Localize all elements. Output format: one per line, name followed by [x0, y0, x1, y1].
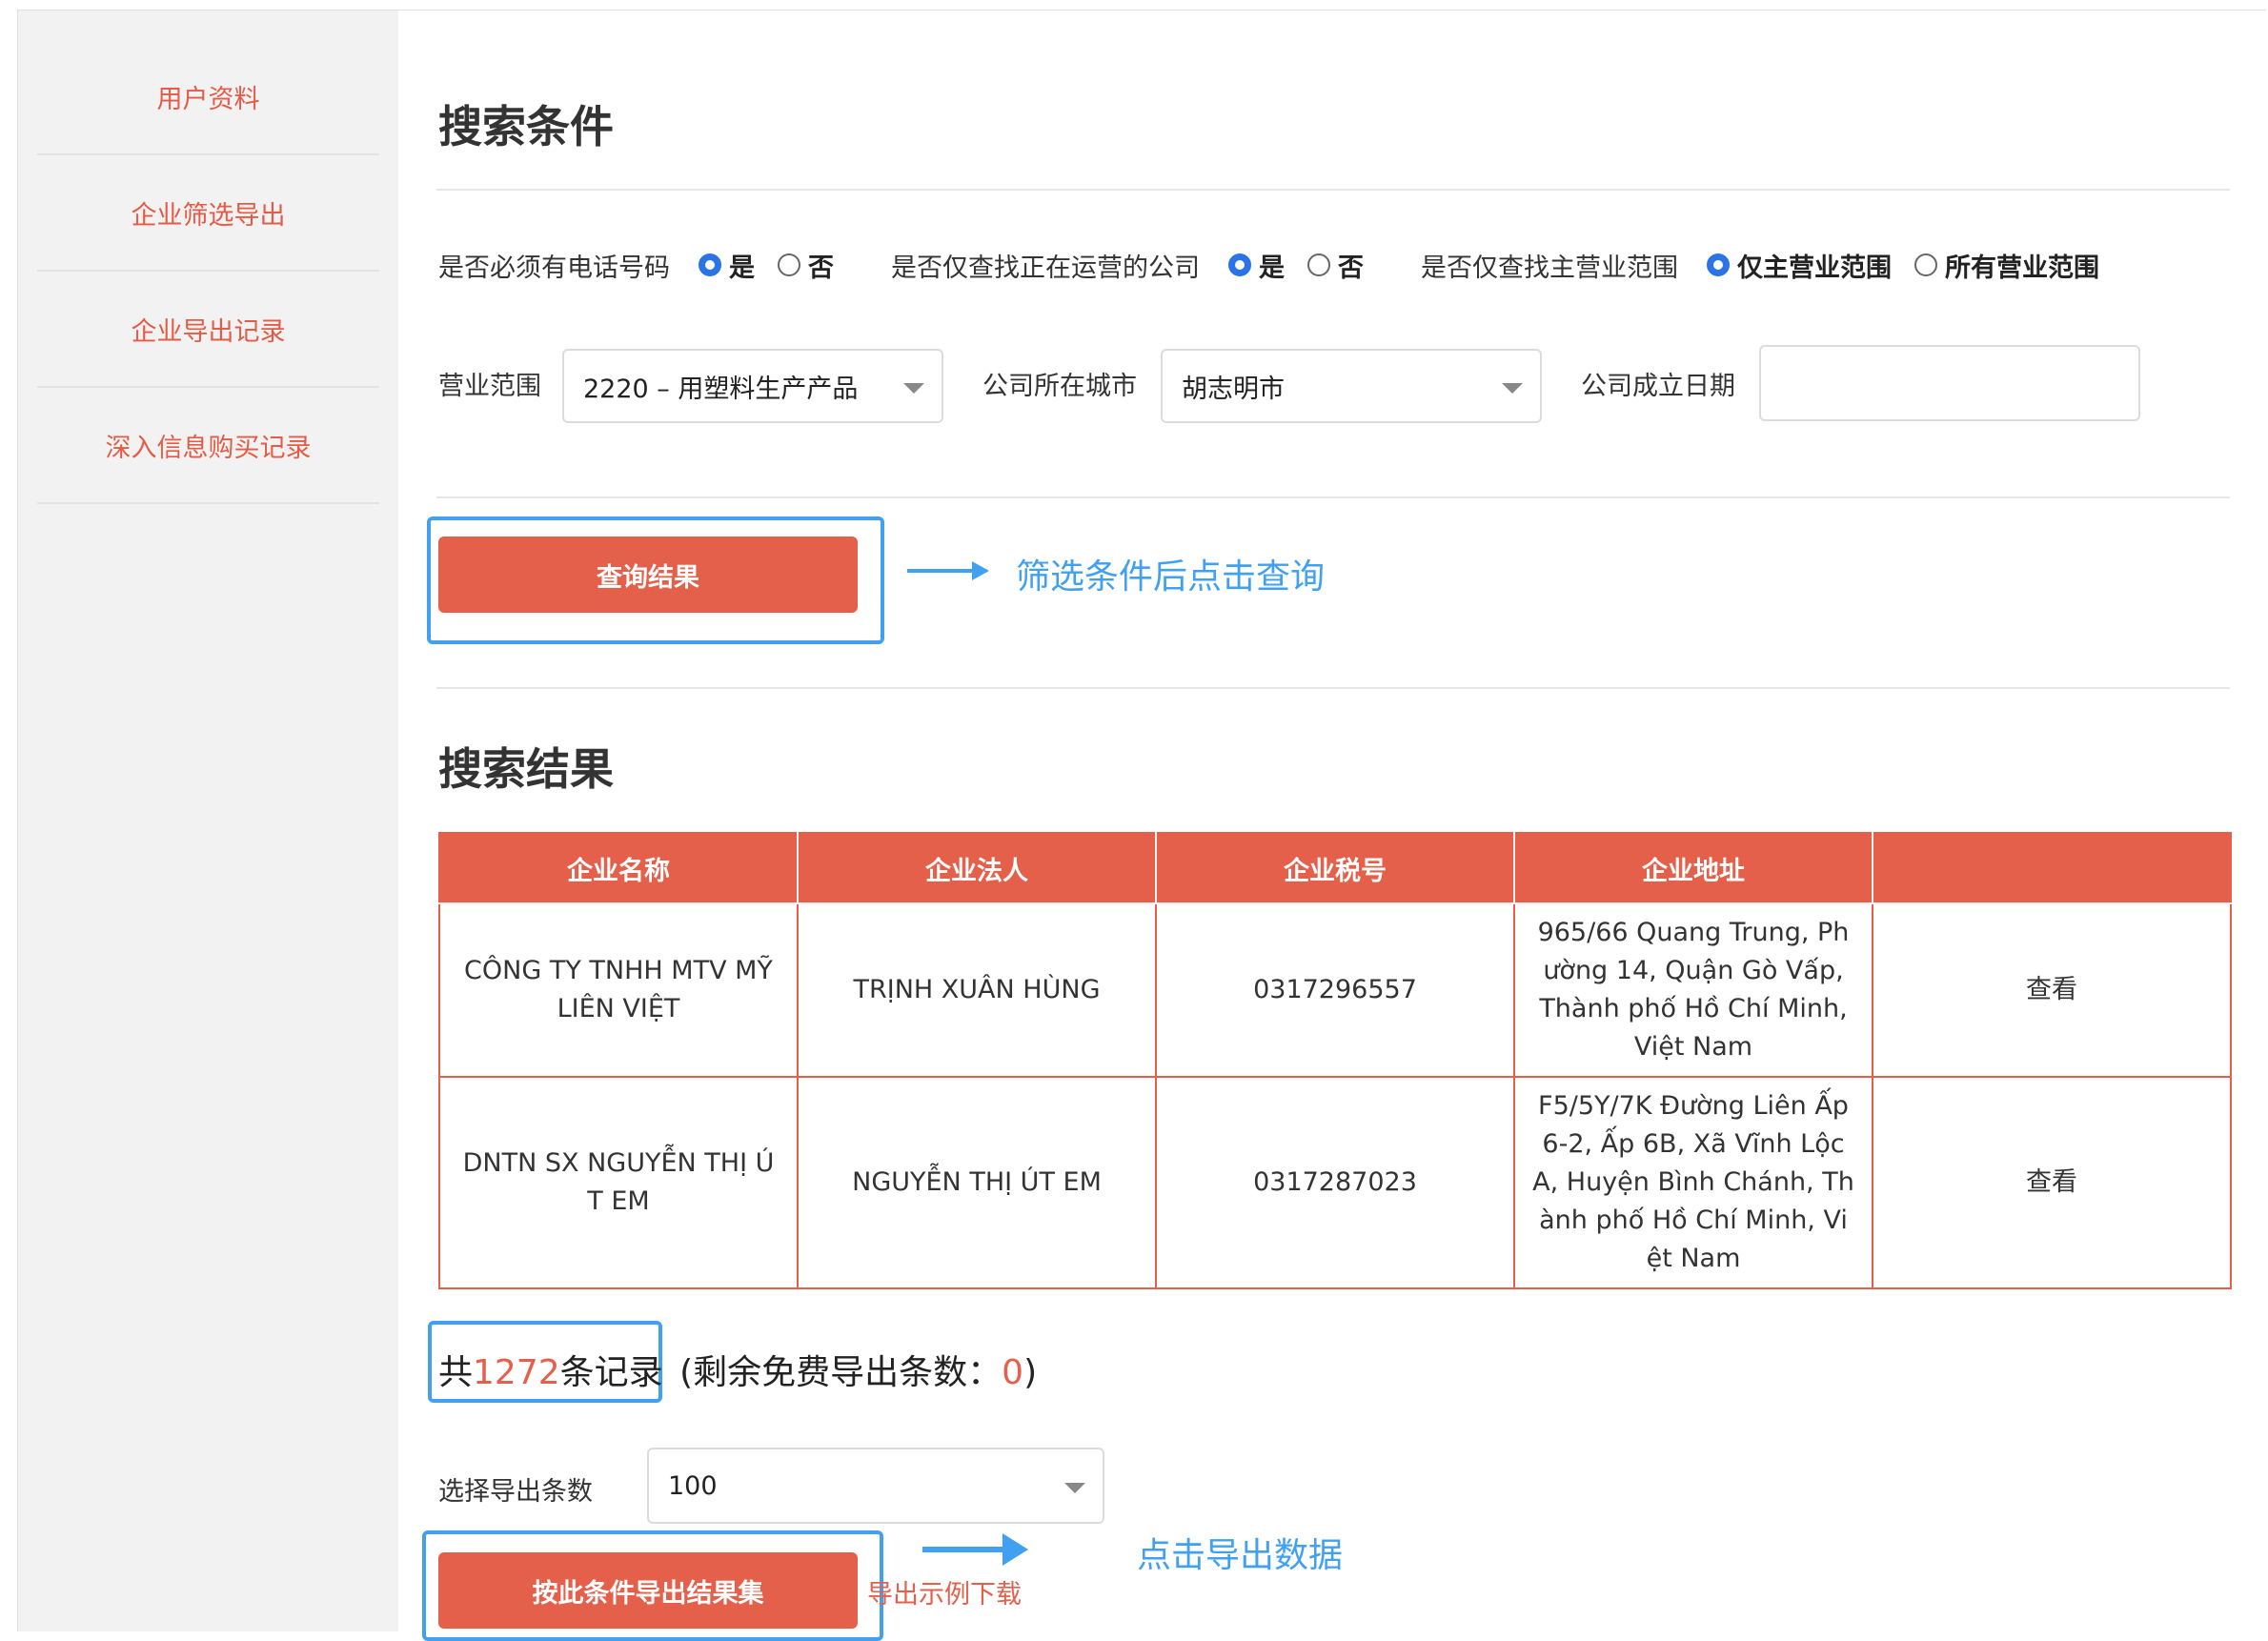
query-hint-text: 筛选条件后点击查询 [1016, 557, 1326, 597]
tax-id-cell: 0317287023 [1155, 1076, 1515, 1289]
export-count-select[interactable]: 100 [647, 1448, 1104, 1524]
operating-only-group: 是否仅查找正在运营的公司 是 否 [891, 247, 1364, 284]
arrow-right-icon [907, 561, 989, 580]
phone-required-no-label[interactable]: 否 [808, 247, 834, 284]
founded-date-label: 公司成立日期 [1581, 372, 1735, 401]
sidebar-item-export-records[interactable]: 企业导出记录 [37, 272, 379, 388]
operating-only-no-label[interactable]: 否 [1338, 247, 1364, 284]
business-scope-label: 营业范围 [438, 372, 541, 401]
divider [436, 189, 2230, 191]
main-content: 搜索条件 是否必须有电话号码 是 否 是否仅查找正在运营的公司 是 否 是否仅查… [398, 10, 2268, 1641]
divider [436, 496, 2230, 498]
export-button[interactable]: 按此条件导出结果集 [438, 1552, 858, 1629]
record-count-line: 共1272条记录 (剩余免费导出条数：0) [438, 1345, 1037, 1394]
free-suffix: ) [1023, 1353, 1038, 1392]
view-link[interactable]: 查看 [1872, 902, 2232, 1078]
radio-options-row: 是否必须有电话号码 是 否 是否仅查找正在运营的公司 是 否 是否仅查找主营业范… [438, 244, 2099, 286]
sidebar-item-purchase-records[interactable]: 深入信息购买记录 [37, 388, 379, 504]
address-cell: F5/5Y/7K Đường Liên Ấp 6-2, Ấp 6B, Xã Vĩ… [1513, 1076, 1873, 1289]
phone-required-group: 是否必须有电话号码 是 否 [438, 247, 834, 284]
column-header-action [1872, 832, 2232, 904]
export-count-value: 100 [668, 1470, 718, 1501]
divider [436, 687, 2230, 689]
column-header-address: 企业地址 [1513, 832, 1873, 904]
company-name-cell: CÔNG TY TNHH MTV MỸ LIÊN VIỆT [438, 902, 799, 1078]
main-scope-only-label[interactable]: 仅主营业范围 [1737, 247, 1892, 284]
column-header-tax-id: 企业税号 [1155, 832, 1515, 904]
free-prefix: (剩余免费导出条数： [679, 1353, 1002, 1392]
all-scope-label[interactable]: 所有营业范围 [1945, 247, 2099, 284]
sidebar-item-profile[interactable]: 用户资料 [37, 39, 379, 155]
query-button[interactable]: 查询结果 [438, 537, 858, 613]
sample-download-link[interactable]: 导出示例下载 [867, 1573, 1022, 1611]
main-scope-group: 是否仅查找主营业范围 仅主营业范围 所有营业范围 [1421, 247, 2099, 284]
count-prefix: 共 [438, 1353, 474, 1392]
operating-only-yes-label[interactable]: 是 [1259, 247, 1285, 284]
search-results-title: 搜索结果 [438, 743, 614, 795]
main-scope-label: 是否仅查找主营业范围 [1421, 253, 1678, 283]
company-name-cell: DNTN SX NGUYỄN THỊ ÚT EM [438, 1076, 799, 1289]
arrow-right-icon [922, 1533, 1028, 1566]
operating-only-label: 是否仅查找正在运营的公司 [891, 253, 1200, 283]
operating-only-no-radio[interactable] [1307, 253, 1330, 276]
table-row: CÔNG TY TNHH MTV MỸ LIÊN VIỆT TRỊNH XUÂN… [438, 902, 2232, 1078]
business-scope-value: 2220 – 用塑料生产产品 [583, 374, 859, 404]
all-scope-radio[interactable] [1914, 253, 1937, 276]
table-row: DNTN SX NGUYỄN THỊ ÚT EM NGUYỄN THỊ ÚT E… [438, 1076, 2232, 1289]
phone-required-no-radio[interactable] [778, 253, 800, 276]
operating-only-yes-radio[interactable] [1228, 253, 1251, 276]
column-header-legal-rep: 企业法人 [797, 832, 1157, 904]
view-link[interactable]: 查看 [1872, 1076, 2232, 1289]
legal-rep-cell: NGUYỄN THỊ ÚT EM [797, 1076, 1157, 1289]
city-value: 胡志明市 [1182, 374, 1285, 404]
founded-date-input[interactable] [1759, 345, 2140, 421]
legal-rep-cell: TRỊNH XUÂN HÙNG [797, 902, 1157, 1078]
address-cell: 965/66 Quang Trung, Phường 14, Quận Gò V… [1513, 902, 1873, 1078]
table-header-row: 企业名称 企业法人 企业税号 企业地址 [438, 832, 2232, 904]
city-select[interactable]: 胡志明市 [1161, 349, 1542, 423]
free-export-count: 0 [1002, 1353, 1024, 1392]
search-conditions-title: 搜索条件 [438, 101, 614, 152]
chevron-down-icon [1064, 1483, 1085, 1493]
city-label: 公司所在城市 [982, 372, 1137, 401]
business-scope-select[interactable]: 2220 – 用塑料生产产品 [562, 349, 943, 423]
chevron-down-icon [903, 383, 924, 394]
count-suffix: 条记录 [559, 1353, 663, 1392]
column-header-name: 企业名称 [438, 832, 799, 904]
sidebar: 用户资料 企业筛选导出 企业导出记录 深入信息购买记录 [18, 10, 398, 1631]
main-scope-only-radio[interactable] [1707, 253, 1730, 276]
sidebar-item-filter-export[interactable]: 企业筛选导出 [37, 155, 379, 272]
results-table: 企业名称 企业法人 企业税号 企业地址 CÔNG TY TNHH MTV MỸ … [438, 832, 2232, 1289]
phone-required-label: 是否必须有电话号码 [438, 253, 670, 283]
export-count-label: 选择导出条数 [438, 1477, 593, 1507]
record-count: 1272 [473, 1353, 560, 1392]
phone-required-yes-radio[interactable] [699, 253, 721, 276]
chevron-down-icon [1502, 383, 1523, 394]
tax-id-cell: 0317296557 [1155, 902, 1515, 1078]
phone-required-yes-label[interactable]: 是 [729, 247, 755, 284]
export-hint-text: 点击导出数据 [1137, 1536, 1344, 1575]
